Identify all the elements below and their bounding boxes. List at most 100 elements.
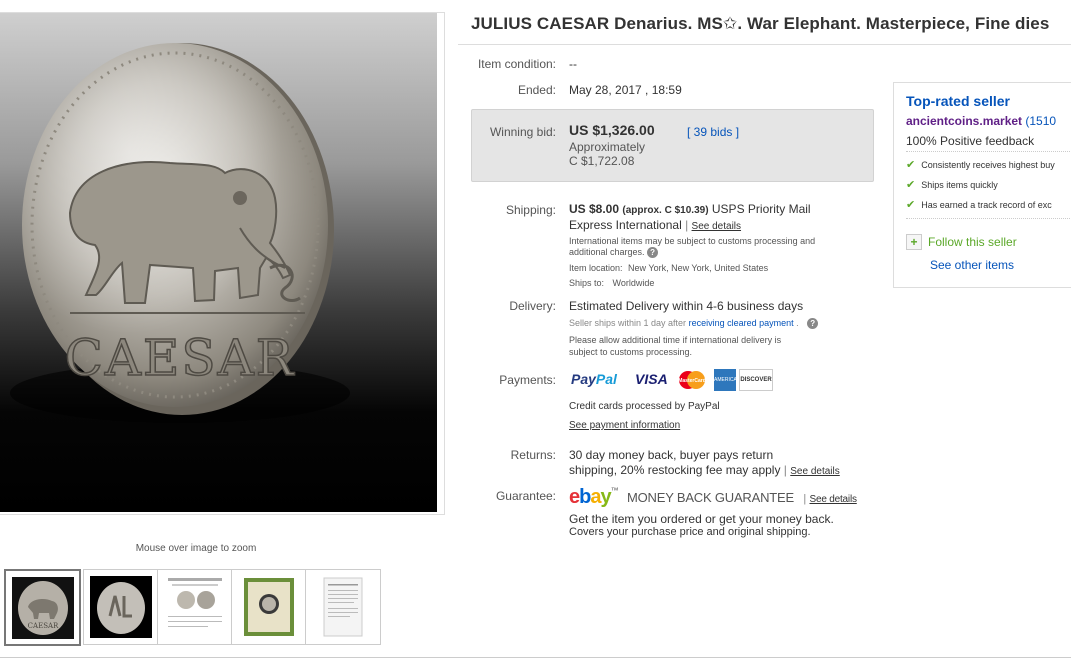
delivery-estimate: Estimated Delivery within 4-6 business d… <box>569 299 804 313</box>
cleared-payment-link[interactable]: receiving cleared payment <box>689 318 794 328</box>
winning-bid-price: US $1,326.00 <box>569 122 655 138</box>
svg-text:CAESAR: CAESAR <box>65 329 296 387</box>
shipping-see-details-link[interactable]: See details <box>692 221 741 232</box>
listing-title: JULIUS CAESAR Denarius. MS✩. War Elephan… <box>471 14 1050 33</box>
shipping-approx: (approx. C $10.39) <box>622 205 709 216</box>
winning-bid-label: Winning bid: <box>489 125 556 139</box>
plus-icon: + <box>906 234 922 250</box>
returns-label: Returns: <box>510 448 556 462</box>
payments-label: Payments: <box>499 373 556 387</box>
returns-line-2-text: shipping, 20% restocking fee may apply <box>569 463 781 477</box>
shipping-line-2: Express International | See details <box>569 218 741 232</box>
approx-value: C $1,722.08 <box>569 154 635 168</box>
question-icon[interactable]: ? <box>647 247 659 258</box>
zoom-hint: Mouse over image to zoom <box>135 543 257 554</box>
winning-bid-box <box>471 109 874 182</box>
perk-item: ✔ Has earned a track record of exc <box>906 198 1052 211</box>
seller-card: Top-rated seller ancientcoins.market (15… <box>893 82 1071 288</box>
check-icon: ✔ <box>906 159 916 171</box>
thumbnail-coin-obverse: CAESAR <box>18 581 68 635</box>
returns-line-2: shipping, 20% restocking fee may apply |… <box>569 463 840 477</box>
customs-note-1: International items may be subject to cu… <box>569 236 816 246</box>
item-location-value: New York, New York, United States <box>628 263 769 273</box>
amex-logo: AMERICAN EXPRESS <box>714 369 740 405</box>
seller-divider <box>906 218 1071 219</box>
seller-name-link[interactable]: ancientcoins.market <box>906 114 1022 128</box>
ended-value: May 28, 2017 , 18:59 <box>569 83 682 97</box>
shipping-method: USPS Priority Mail <box>711 202 811 216</box>
guarantee-line-1: Get the item you ordered or get your mon… <box>569 512 834 526</box>
perk-text: Consistently receives highest buy <box>921 160 1055 170</box>
shipping-line-1: US $8.00 (approx. C $10.39) USPS Priorit… <box>569 202 811 216</box>
coin-photo: CAESAR <box>10 43 350 423</box>
guarantee-line-2: Covers your purchase price and original … <box>569 526 811 538</box>
returns-see-details-link[interactable]: See details <box>790 466 839 477</box>
title-divider <box>458 44 1071 45</box>
money-back-guarantee: MONEY BACK GUARANTEE | See details <box>627 490 857 505</box>
shipping-price: US $8.00 <box>569 202 620 216</box>
item-location-label: Item location: <box>569 263 623 273</box>
main-image-frame: CAESAR <box>0 12 445 515</box>
bottom-divider <box>0 657 1071 658</box>
separator: | <box>803 493 807 505</box>
visa-logo: VISA <box>635 371 668 387</box>
thumbnail-coin-reverse <box>97 582 145 634</box>
thumbnail-5[interactable] <box>305 569 381 645</box>
approx-label: Approximately <box>569 140 646 154</box>
returns-line-1: 30 day money back, buyer pays return <box>569 448 774 462</box>
item-location-row: Item location: New York, New York, Unite… <box>569 263 768 273</box>
paypal-logo: PayPal <box>571 371 617 387</box>
payment-info-link[interactable]: See payment information <box>569 420 680 431</box>
perk-item: ✔ Ships items quickly <box>906 178 998 191</box>
customs-note-2: additional charges. ? <box>569 247 659 258</box>
svg-text:MasterCard: MasterCard <box>678 378 706 384</box>
see-other-items-link[interactable]: See other items <box>930 258 1014 272</box>
ships-to-label: Ships to: <box>569 278 605 288</box>
delivery-note-1: Please allow additional time if internat… <box>569 335 782 345</box>
delivery-note-2: subject to customs processing. <box>569 347 693 357</box>
seller-ships-dot: . <box>796 318 799 328</box>
thumbnail-certificate-page <box>168 578 222 627</box>
main-coin-image[interactable]: CAESAR <box>0 13 437 512</box>
thumbnail-2[interactable] <box>83 569 159 645</box>
seller-ships-text: Seller ships within 1 day after <box>569 318 687 328</box>
ended-label: Ended: <box>517 83 556 97</box>
guarantee-see-details-link[interactable]: See details <box>809 494 856 505</box>
thumbnail-4[interactable] <box>231 569 307 645</box>
customs-note-2-text: additional charges. <box>569 247 645 257</box>
thumbnail-3[interactable] <box>157 569 233 645</box>
ebay-logo: ebay™ <box>569 486 619 508</box>
top-rated-heading: Top-rated seller <box>906 93 1010 109</box>
thumbnail-document <box>323 577 363 637</box>
shipping-method-2: Express International <box>569 218 682 232</box>
ships-to-value: Worldwide <box>612 278 655 288</box>
mastercard-logo: MasterCard <box>675 369 709 391</box>
check-icon: ✔ <box>906 179 916 191</box>
guarantee-label: Guarantee: <box>495 489 556 503</box>
seller-feedback-score[interactable]: (1510 <box>1025 114 1056 128</box>
positive-feedback: 100% Positive feedback <box>906 134 1035 148</box>
seller-divider <box>906 151 1071 152</box>
check-icon: ✔ <box>906 199 916 211</box>
thumbnail-framed-coin <box>244 578 294 636</box>
separator: | <box>685 218 689 232</box>
payments-note: Credit cards processed by PayPal <box>569 401 720 412</box>
perk-text: Ships items quickly <box>921 180 998 190</box>
condition-label: Item condition: <box>477 57 556 71</box>
discover-logo: DISCOVER <box>739 369 773 391</box>
shipping-label: Shipping: <box>505 203 556 217</box>
perk-text: Has earned a track record of exc <box>921 200 1052 210</box>
money-back-text: MONEY BACK GUARANTEE <box>627 490 794 505</box>
seller-name-row: ancientcoins.market (1510 <box>906 114 1056 128</box>
perk-item: ✔ Consistently receives highest buy <box>906 158 1055 171</box>
seller-ships-row: Seller ships within 1 day after receivin… <box>569 318 819 329</box>
bids-count-link[interactable]: [ 39 bids ] <box>687 125 739 139</box>
ships-to-row: Ships to: Worldwide <box>569 278 654 288</box>
thumbnail-1[interactable]: CAESAR <box>4 569 81 646</box>
condition-value: -- <box>569 57 577 71</box>
follow-seller-label: Follow this seller <box>928 235 1017 249</box>
separator: | <box>783 463 787 477</box>
question-icon[interactable]: ? <box>807 318 819 329</box>
follow-seller-button[interactable]: + Follow this seller <box>906 234 1017 250</box>
delivery-label: Delivery: <box>509 299 556 313</box>
